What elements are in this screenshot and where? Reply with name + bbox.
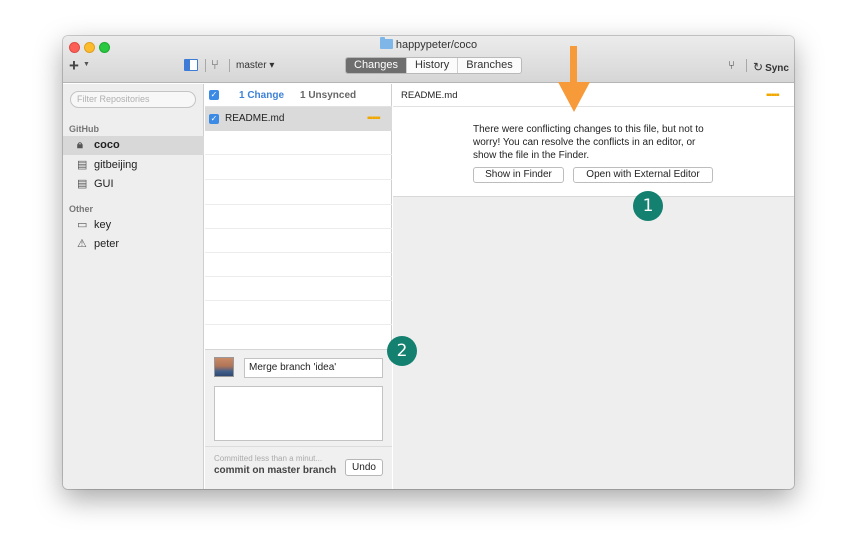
sidebar-item-label: GUI bbox=[94, 178, 114, 190]
repo-icon: ▤ bbox=[77, 159, 88, 171]
view-tabs: Changes History Branches bbox=[345, 57, 522, 74]
sidebar-item-gui[interactable]: ▤ GUI bbox=[63, 175, 204, 194]
titlebar: happypeter/coco + ▼ ⑂ master ▾ Changes H… bbox=[63, 36, 794, 83]
list-divider bbox=[205, 204, 392, 205]
section-label-github: GitHub bbox=[69, 124, 99, 134]
list-divider bbox=[205, 324, 392, 325]
list-divider bbox=[205, 252, 392, 253]
sync-button[interactable]: ↻ Sync bbox=[753, 60, 789, 74]
changes-count-tab[interactable]: 1 Change bbox=[239, 90, 284, 101]
sidebar-item-label: peter bbox=[94, 238, 120, 250]
conflict-message: There were conflicting changes to this f… bbox=[473, 124, 704, 161]
repo-icon: ▤ bbox=[77, 178, 88, 190]
sidebar-item-peter[interactable]: ⚠ peter bbox=[63, 235, 204, 254]
step-badge-2: 2 bbox=[387, 336, 417, 366]
sidebar-item-label: gitbeijing bbox=[94, 159, 138, 171]
step-badge-1: 1 bbox=[633, 191, 663, 221]
conflict-indicator-icon: ▪▪▪▪▪ bbox=[367, 113, 381, 124]
sync-label: Sync bbox=[765, 63, 789, 74]
list-divider bbox=[205, 228, 392, 229]
chevron-down-icon[interactable]: ▼ bbox=[83, 61, 90, 68]
diff-panel: README.md ▪▪▪▪▪ There were conflicting c… bbox=[393, 84, 794, 489]
window-title-text: happypeter/coco bbox=[395, 39, 478, 51]
file-row[interactable]: ✓ README.md ▪▪▪▪▪ bbox=[205, 107, 392, 131]
changes-header: ✓ 1 Change 1 Unsynced bbox=[205, 84, 392, 107]
conflict-indicator-icon: ▪▪▪▪▪ bbox=[766, 90, 780, 101]
list-divider bbox=[205, 179, 392, 180]
sidebar-item-coco[interactable]: 🔒︎ coco bbox=[63, 136, 204, 155]
tab-branches[interactable]: Branches bbox=[457, 58, 520, 73]
sidebar-item-label: key bbox=[94, 219, 112, 231]
diff-file-name: README.md bbox=[401, 90, 458, 101]
toolbar-divider bbox=[205, 59, 206, 72]
sidebar-item-label: coco bbox=[94, 139, 120, 151]
sidebar-item-gitbeijing[interactable]: ▤ gitbeijing bbox=[63, 156, 204, 175]
app-window: happypeter/coco + ▼ ⑂ master ▾ Changes H… bbox=[63, 36, 794, 489]
show-in-finder-button[interactable]: Show in Finder bbox=[473, 167, 564, 183]
commit-summary-input[interactable]: Merge branch 'idea' bbox=[244, 358, 383, 378]
file-name: README.md bbox=[225, 113, 285, 124]
window-title: happypeter/coco bbox=[63, 37, 794, 51]
folder-icon bbox=[379, 37, 393, 49]
sidebar-item-key[interactable]: ▭ key bbox=[63, 216, 204, 235]
conflict-notice: There were conflicting changes to this f… bbox=[393, 107, 794, 197]
repository-sidebar: Filter Repositories GitHub 🔒︎ coco ▤ gitbe… bbox=[63, 84, 204, 489]
toolbar-divider bbox=[229, 59, 230, 72]
computer-icon: ▭ bbox=[77, 219, 88, 231]
undo-button[interactable]: Undo bbox=[345, 459, 383, 476]
section-label-other: Other bbox=[69, 204, 94, 214]
file-checkbox[interactable]: ✓ bbox=[209, 114, 219, 124]
branch-icon[interactable]: ⑂ bbox=[211, 57, 219, 72]
avatar bbox=[214, 357, 234, 377]
down-arrow-annotation bbox=[558, 46, 590, 112]
branch-selector[interactable]: master ▾ bbox=[236, 60, 274, 71]
add-repository-button[interactable]: + bbox=[69, 57, 79, 74]
pull-request-icon[interactable]: ⑂ bbox=[728, 58, 735, 72]
tab-history[interactable]: History bbox=[406, 58, 457, 73]
lock-repo-icon: 🔒︎ bbox=[77, 139, 83, 151]
warning-icon: ⚠ bbox=[77, 238, 87, 250]
unsynced-count-tab[interactable]: 1 Unsynced bbox=[300, 90, 356, 101]
tab-changes[interactable]: Changes bbox=[346, 58, 407, 73]
filter-repositories-input[interactable]: Filter Repositories bbox=[70, 91, 196, 108]
sync-icon: ↻ bbox=[753, 60, 764, 74]
diff-header: README.md ▪▪▪▪▪ bbox=[393, 84, 794, 107]
toolbar-divider bbox=[746, 59, 747, 72]
list-divider bbox=[205, 300, 392, 301]
commit-description-input[interactable] bbox=[214, 386, 383, 441]
list-divider bbox=[205, 154, 392, 155]
toggle-sidebar-icon[interactable] bbox=[184, 59, 198, 71]
list-divider bbox=[205, 276, 392, 277]
changes-panel: ✓ 1 Change 1 Unsynced ✓ README.md ▪▪▪▪▪ … bbox=[205, 84, 392, 489]
select-all-checkbox[interactable]: ✓ bbox=[209, 90, 219, 100]
open-external-editor-button[interactable]: Open with External Editor bbox=[573, 167, 713, 183]
